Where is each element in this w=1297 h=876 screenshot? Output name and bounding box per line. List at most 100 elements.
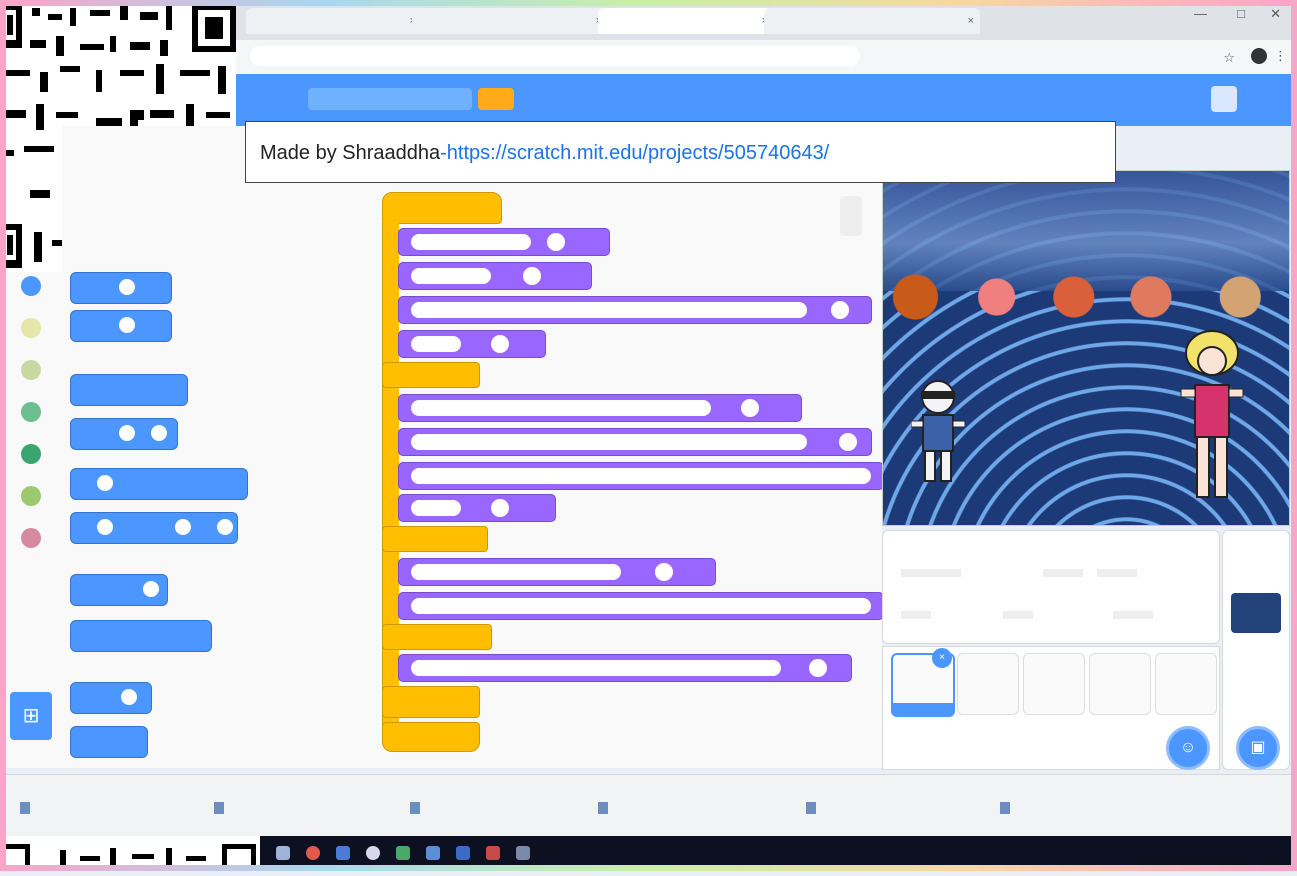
block-input[interactable] [97, 475, 113, 491]
sprite-thumbnail[interactable] [957, 653, 1019, 715]
download-item[interactable] [806, 797, 976, 817]
looks-block[interactable] [398, 592, 884, 620]
sprite-name-field[interactable] [901, 569, 961, 577]
block-input[interactable] [119, 279, 135, 295]
block-text-input[interactable] [411, 400, 711, 416]
palette-block[interactable] [70, 574, 168, 606]
block-number-input[interactable] [809, 659, 827, 677]
palette-block[interactable] [70, 620, 212, 652]
download-item[interactable] [20, 797, 190, 817]
app-icon[interactable] [426, 846, 440, 860]
download-item[interactable] [1000, 797, 1170, 817]
category-variables[interactable] [14, 528, 48, 550]
looks-block[interactable] [398, 428, 872, 456]
app-icon[interactable] [396, 846, 410, 860]
control-block[interactable] [382, 362, 480, 388]
palette-block[interactable] [70, 726, 148, 758]
block-number-input[interactable] [491, 499, 509, 517]
app-icon[interactable] [486, 846, 500, 860]
block-text-input[interactable] [411, 302, 807, 318]
palette-block[interactable] [70, 512, 238, 544]
category-sound[interactable] [14, 360, 48, 382]
category-looks[interactable] [14, 318, 48, 340]
add-backdrop-button[interactable]: ▣ [1236, 726, 1280, 770]
block-input[interactable] [151, 425, 167, 441]
script-area[interactable] [258, 126, 884, 768]
control-block-end[interactable] [382, 722, 480, 752]
block-input[interactable] [121, 689, 137, 705]
direction-field[interactable] [1113, 611, 1153, 619]
sprite-character-girl[interactable] [1179, 327, 1245, 507]
sprite-thumbnail[interactable] [1155, 653, 1217, 715]
block-text-input[interactable] [411, 468, 871, 484]
stage[interactable] [882, 170, 1290, 526]
category-motion[interactable] [14, 276, 48, 298]
avatar[interactable] [1211, 86, 1237, 112]
block-number-input[interactable] [491, 335, 509, 353]
block-number-input[interactable] [523, 267, 541, 285]
palette-block[interactable] [70, 374, 188, 406]
delete-sprite-icon[interactable]: × [932, 648, 952, 668]
palette-block[interactable] [70, 418, 178, 450]
stage-thumbnail[interactable] [1231, 593, 1281, 633]
category-control[interactable] [14, 444, 48, 466]
block-text-input[interactable] [411, 268, 491, 284]
palette-block[interactable] [70, 682, 152, 714]
looks-block[interactable] [398, 262, 592, 290]
maximize-icon[interactable]: □ [1237, 6, 1245, 21]
browser-tab-active[interactable]: × [598, 8, 774, 34]
category-events[interactable] [14, 402, 48, 424]
project-title-input[interactable] [308, 88, 472, 110]
looks-block[interactable] [398, 558, 716, 586]
size-field[interactable] [1003, 611, 1033, 619]
palette-block[interactable] [70, 468, 248, 500]
block-number-input[interactable] [655, 563, 673, 581]
project-link[interactable]: -https://scratch.mit.edu/projects/505740… [440, 142, 829, 164]
close-window-icon[interactable]: ✕ [1270, 6, 1281, 22]
block-input[interactable] [97, 519, 113, 535]
block-input[interactable] [217, 519, 233, 535]
looks-block[interactable] [398, 394, 802, 422]
looks-block[interactable] [398, 462, 884, 490]
looks-block[interactable] [398, 296, 872, 324]
share-button[interactable] [478, 88, 514, 110]
block-number-input[interactable] [831, 301, 849, 319]
looks-block[interactable] [398, 228, 610, 256]
block-text-input[interactable] [411, 660, 781, 676]
add-sprite-button[interactable]: ☺ [1166, 726, 1210, 770]
star-icon[interactable]: ☆ [1223, 50, 1235, 66]
block-input[interactable] [143, 581, 159, 597]
browser-tab[interactable]: × [412, 8, 608, 34]
start-icon[interactable] [276, 846, 290, 860]
sprite-thumbnail[interactable] [1089, 653, 1151, 715]
palette-block[interactable] [70, 272, 172, 304]
looks-block[interactable] [398, 654, 852, 682]
event-hat-block[interactable] [382, 192, 502, 224]
app-icon[interactable] [456, 846, 470, 860]
chrome-icon[interactable] [306, 846, 320, 860]
control-block[interactable] [382, 686, 480, 718]
show-toggle[interactable] [901, 611, 931, 619]
browser-tab[interactable]: × [246, 8, 422, 34]
block-text-input[interactable] [411, 336, 461, 352]
profile-avatar[interactable] [1251, 48, 1267, 64]
palette-block[interactable] [70, 310, 172, 342]
block-text-input[interactable] [411, 500, 461, 516]
block-text-input[interactable] [411, 598, 871, 614]
block-number-input[interactable] [839, 433, 857, 451]
category-sensing[interactable] [14, 486, 48, 508]
block-input[interactable] [119, 425, 135, 441]
block-text-input[interactable] [411, 434, 807, 450]
block-text-input[interactable] [411, 234, 531, 250]
minimize-icon[interactable]: — [1194, 6, 1207, 21]
add-extension-button[interactable]: ⊞ [10, 692, 52, 740]
control-block[interactable] [382, 526, 488, 552]
looks-block[interactable] [398, 494, 556, 522]
block-number-input[interactable] [741, 399, 759, 417]
block-number-input[interactable] [547, 233, 565, 251]
app-icon[interactable] [516, 846, 530, 860]
control-block[interactable] [382, 624, 492, 650]
browser-tab[interactable]: × [764, 8, 980, 34]
y-field[interactable] [1097, 569, 1137, 577]
sprite-thumbnail[interactable] [1023, 653, 1085, 715]
